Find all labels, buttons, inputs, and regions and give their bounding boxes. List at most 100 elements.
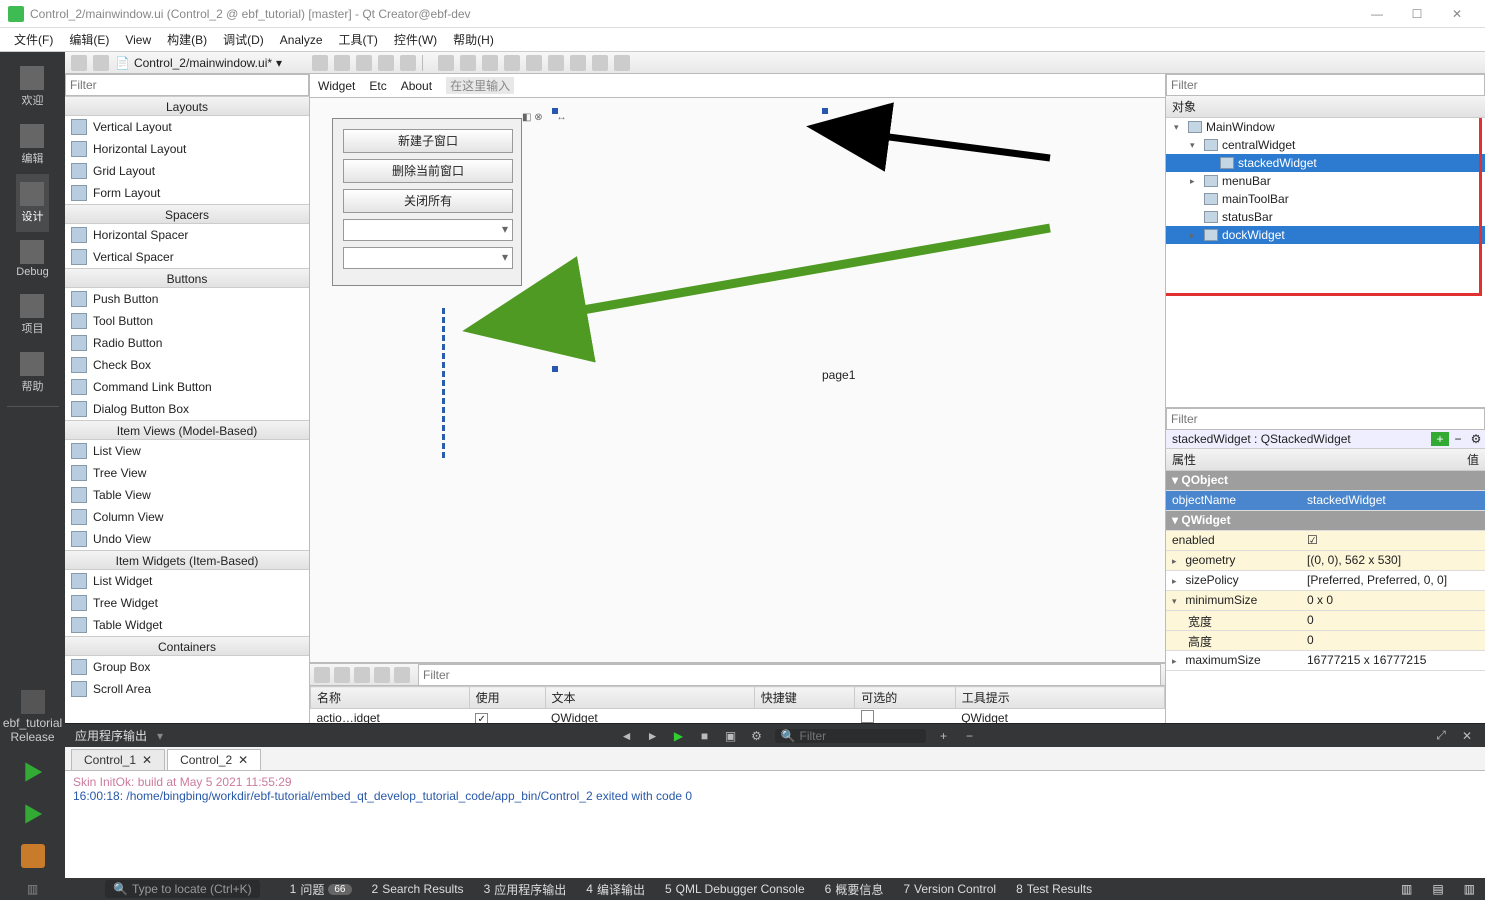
output-tab[interactable]: Control_1✕ — [71, 749, 165, 770]
wb-item[interactable]: Form Layout — [65, 182, 309, 204]
wb-category[interactable]: Item Widgets (Item-Based) — [65, 550, 309, 570]
form-button[interactable]: 关闭所有 — [343, 189, 513, 213]
wb-item[interactable]: Table View — [65, 484, 309, 506]
wb-item[interactable]: Tool Button — [65, 310, 309, 332]
toggle-output-icon[interactable]: ▤ — [1422, 882, 1453, 896]
dropdown-icon[interactable]: ▾ — [276, 56, 282, 70]
wb-item[interactable]: Push Button — [65, 288, 309, 310]
expand-icon[interactable]: ▸ — [1190, 176, 1200, 187]
menu-item[interactable]: 编辑(E) — [61, 29, 117, 50]
object-filter[interactable] — [1166, 74, 1485, 96]
output-tab[interactable]: Control_2✕ — [167, 749, 261, 770]
statusbar-item[interactable]: 5QML Debugger Console — [655, 881, 815, 898]
obj-row[interactable]: ▾MainWindow — [1166, 118, 1485, 136]
wb-category[interactable]: Layouts — [65, 96, 309, 116]
ae-col[interactable]: 名称 — [311, 687, 470, 709]
form-menu-placeholder[interactable]: 在这里输入 — [446, 77, 514, 94]
layout-icon[interactable] — [460, 55, 476, 71]
toggle-right-icon[interactable]: ▥ — [1454, 882, 1485, 896]
wb-category[interactable]: Containers — [65, 636, 309, 656]
mode-设计[interactable]: 设计 — [16, 174, 48, 232]
paste-action-icon[interactable] — [354, 667, 370, 683]
expand-icon[interactable]: ⤢ — [1433, 728, 1449, 744]
object-tree[interactable]: ▾MainWindow▾centralWidgetstackedWidget▸m… — [1166, 118, 1485, 408]
form-menu-item[interactable]: About — [401, 79, 432, 93]
expand-icon[interactable]: ▾ — [1174, 122, 1184, 133]
wb-category[interactable]: Buttons — [65, 268, 309, 288]
tool-icon[interactable] — [356, 55, 372, 71]
layout-icon[interactable] — [592, 55, 608, 71]
prop-row[interactable]: ▾ QWidget — [1166, 511, 1485, 531]
wb-item[interactable]: Scroll Area — [65, 678, 309, 700]
settings-icon[interactable]: ⚙ — [1467, 432, 1485, 446]
new-action-icon[interactable] — [314, 667, 330, 683]
form-button[interactable]: 新建子窗口 — [343, 129, 513, 153]
locator[interactable]: 🔍 Type to locate (Ctrl+K) — [105, 880, 260, 898]
resize-handles[interactable]: ◧ ⊗ ↔ — [522, 112, 567, 123]
wb-item[interactable]: Check Box — [65, 354, 309, 376]
close-icon[interactable]: ✕ — [142, 753, 152, 767]
add-prop-icon[interactable]: + — [1431, 432, 1449, 446]
wb-item[interactable]: Horizontal Spacer — [65, 224, 309, 246]
selection-handle[interactable] — [552, 366, 558, 372]
close-icon[interactable]: ✕ — [238, 753, 248, 767]
statusbar-item[interactable]: 2Search Results — [362, 881, 474, 898]
expand-icon[interactable]: ▾ — [1190, 140, 1200, 151]
minimize-button[interactable]: — — [1357, 0, 1397, 28]
close-button[interactable]: ✕ — [1437, 0, 1477, 28]
copy-action-icon[interactable] — [334, 667, 350, 683]
nav-fwd-icon[interactable] — [93, 55, 109, 71]
layout-icon[interactable] — [614, 55, 630, 71]
wb-item[interactable]: Radio Button — [65, 332, 309, 354]
output-filter[interactable] — [800, 729, 920, 743]
property-filter[interactable] — [1166, 408, 1485, 430]
prop-row[interactable]: 宽度0 — [1166, 611, 1485, 631]
selection-handle[interactable] — [552, 108, 558, 114]
statusbar-item[interactable]: 1问题66 — [280, 881, 362, 898]
statusbar-item[interactable]: 6概要信息 — [815, 881, 894, 898]
ae-col[interactable]: 工具提示 — [955, 687, 1164, 709]
menu-item[interactable]: 构建(B) — [159, 29, 215, 50]
form-menu-item[interactable]: Widget — [318, 79, 355, 93]
settings-icon[interactable]: ⚙ — [749, 728, 765, 744]
wb-category[interactable]: Item Views (Model-Based) — [65, 420, 309, 440]
prop-row[interactable]: ▾ QObject — [1166, 471, 1485, 491]
wb-item[interactable]: List Widget — [65, 570, 309, 592]
action-filter[interactable] — [418, 664, 1161, 686]
wb-item[interactable]: Tree View — [65, 462, 309, 484]
form-canvas[interactable]: ◧ ⊗ ↔ 新建子窗口删除当前窗口关闭所有 page1 — [310, 98, 1165, 663]
menu-item[interactable]: 工具(T) — [331, 29, 386, 50]
wb-item[interactable]: Horizontal Layout — [65, 138, 309, 160]
delete-action-icon[interactable] — [374, 667, 390, 683]
wb-item[interactable]: List View — [65, 440, 309, 462]
output-console[interactable]: Skin InitOk: build at May 5 2021 11:55:2… — [65, 771, 1485, 878]
wb-category[interactable]: Spacers — [65, 204, 309, 224]
obj-row[interactable]: mainToolBar — [1166, 190, 1485, 208]
widgetbox-filter[interactable] — [65, 74, 309, 96]
layout-icon[interactable] — [504, 55, 520, 71]
ae-col[interactable]: 快捷键 — [754, 687, 854, 709]
next-icon[interactable]: ► — [645, 728, 661, 744]
prop-row[interactable]: enabled☑ — [1166, 531, 1485, 551]
wb-item[interactable]: Vertical Spacer — [65, 246, 309, 268]
obj-row[interactable]: statusBar — [1166, 208, 1485, 226]
toggle-left-icon[interactable]: ▥ — [27, 882, 38, 896]
add-pane-icon[interactable]: + — [936, 728, 952, 744]
tool-icon[interactable] — [312, 55, 328, 71]
document-tab[interactable]: 📄 Control_2/mainwindow.ui* ▾ — [115, 56, 282, 70]
dropdown-icon[interactable]: ▾ — [157, 729, 163, 743]
ae-col[interactable]: 文本 — [545, 687, 754, 709]
menu-item[interactable]: 调试(D) — [215, 29, 272, 50]
menu-item[interactable]: Analyze — [272, 31, 331, 49]
wb-item[interactable]: Command Link Button — [65, 376, 309, 398]
obj-row[interactable]: ▸dockWidget — [1166, 226, 1485, 244]
maximize-button[interactable]: ☐ — [1397, 0, 1437, 28]
tool-icon[interactable] — [378, 55, 394, 71]
combo-1[interactable] — [343, 219, 513, 241]
tool-icon[interactable] — [400, 55, 416, 71]
remove-pane-icon[interactable]: − — [962, 728, 978, 744]
remove-prop-icon[interactable]: − — [1449, 432, 1467, 446]
mode-帮助[interactable]: 帮助 — [16, 344, 48, 402]
ae-col[interactable]: 可选的 — [855, 687, 955, 709]
prop-row[interactable]: ▾ minimumSize0 x 0 — [1166, 591, 1485, 611]
